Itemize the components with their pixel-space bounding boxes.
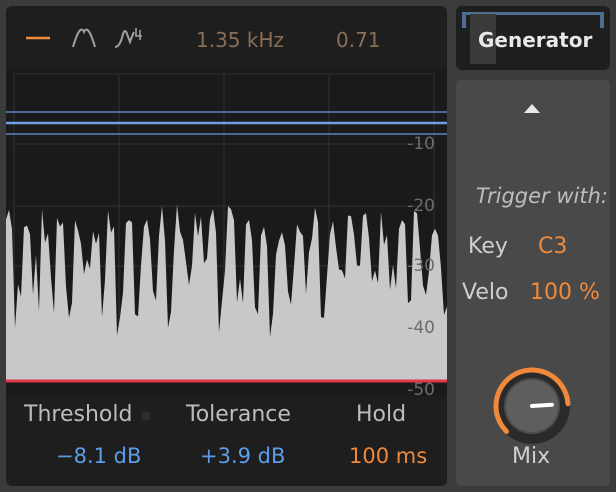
threshold-label: Threshold (24, 402, 133, 427)
gate-panel: 1.35 kHz 0.71 -10 -20 -30 -40 -50 Thresh… (6, 6, 447, 486)
tolerance-label: Tolerance (186, 402, 291, 427)
tab-handle-right (600, 14, 604, 28)
generator-tab[interactable]: Generator (456, 6, 610, 70)
mix-label: Mix (512, 444, 551, 469)
filter-q[interactable]: 0.71 (336, 28, 381, 52)
velo-label: Velo (462, 280, 509, 305)
bell-curve-icon[interactable] (70, 26, 98, 50)
db-label-40: -40 (407, 318, 435, 338)
threshold-value[interactable]: −8.1 dB (56, 444, 141, 468)
db-label-50: -50 (407, 380, 435, 400)
tolerance-value[interactable]: +3.9 dB (200, 444, 285, 468)
db-label-20: -20 (407, 196, 435, 216)
flat-line-icon[interactable] (24, 26, 52, 50)
filter-frequency[interactable]: 1.35 kHz (196, 28, 284, 52)
waveform-graph: -10 -20 -30 -40 -50 (6, 70, 447, 400)
mix-knob[interactable] (490, 364, 574, 448)
filter-bar: 1.35 kHz 0.71 (6, 6, 447, 70)
generator-title: Generator (478, 28, 593, 52)
hold-value[interactable]: 100 ms (349, 444, 427, 468)
key-value[interactable]: C3 (538, 234, 567, 259)
key-label: Key (468, 234, 508, 259)
generator-panel: Trigger with: Key C3 Velo 100 % Mix (456, 80, 610, 486)
db-label-10: -10 (407, 134, 435, 154)
collapse-arrow-icon[interactable] (522, 100, 542, 119)
velo-value[interactable]: 100 % (530, 280, 600, 305)
db-label-30: -30 (407, 256, 435, 276)
hold-label: Hold (356, 402, 407, 427)
trigger-with-label: Trigger with: (475, 184, 608, 208)
threshold-indicator (142, 412, 150, 420)
tab-handle (462, 14, 466, 28)
shelf-curve-icon[interactable] (112, 26, 146, 50)
